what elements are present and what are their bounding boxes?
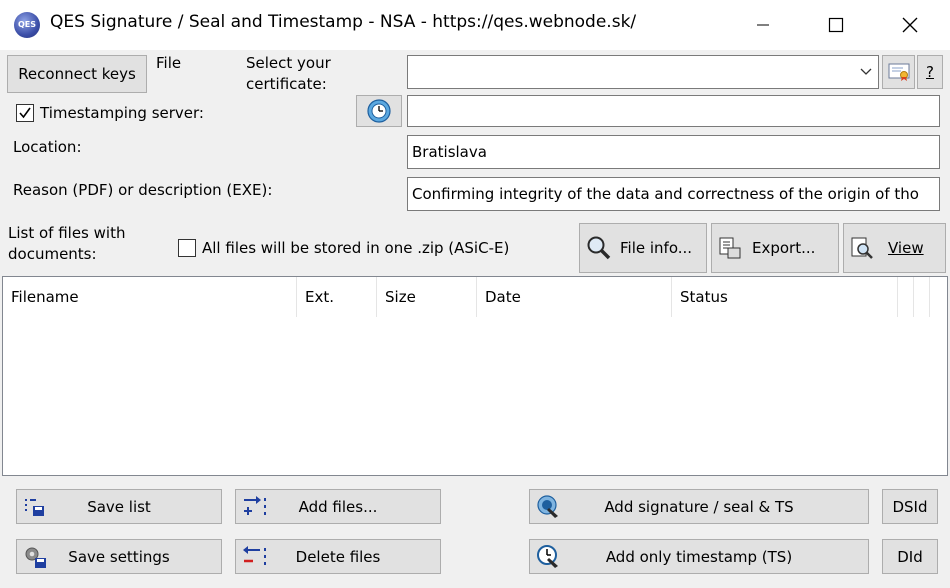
add-files-icon — [244, 496, 266, 515]
save-list-icon — [25, 499, 44, 516]
save-list-label: Save list — [87, 497, 151, 516]
column-header-extra-2[interactable] — [914, 277, 930, 317]
did-button[interactable]: DId — [882, 539, 938, 574]
reason-value: Confirming integrity of the data and cor… — [412, 185, 919, 203]
zip-checkbox[interactable] — [178, 239, 196, 257]
view-button[interactable]: View — [843, 223, 946, 273]
did-label: DId — [897, 547, 923, 566]
location-input[interactable]: Bratislava — [407, 135, 940, 169]
export-button[interactable]: Export... — [711, 223, 839, 273]
add-signature-label: Add signature / seal & TS — [604, 497, 794, 516]
file-label: File — [156, 54, 182, 72]
clock-globe-icon — [367, 99, 391, 123]
add-timestamp-button[interactable]: Add only timestamp (TS) — [529, 539, 869, 574]
delete-files-label: Delete files — [295, 547, 381, 566]
save-list-button[interactable]: Save list — [16, 489, 222, 524]
certificate-icon — [888, 63, 909, 81]
add-files-button[interactable]: Add files... — [235, 489, 441, 524]
timestamp-checkbox[interactable] — [16, 104, 34, 122]
save-settings-button[interactable]: Save settings — [16, 539, 222, 574]
reason-input[interactable]: Confirming integrity of the data and cor… — [407, 177, 940, 211]
save-settings-label: Save settings — [68, 547, 170, 566]
delete-files-button[interactable]: Delete files — [235, 539, 441, 574]
timestamp-label: Timestamping server: — [40, 104, 204, 122]
export-document-icon — [719, 237, 741, 259]
add-timestamp-label: Add only timestamp (TS) — [605, 547, 793, 566]
timestamp-server-button[interactable] — [356, 95, 402, 127]
export-label: Export... — [752, 239, 816, 257]
view-document-icon — [851, 237, 873, 259]
dsid-button[interactable]: DSId — [882, 489, 938, 524]
location-value: Bratislava — [412, 143, 487, 161]
reconnect-keys-label: Reconnect keys — [18, 65, 136, 83]
app-logo-icon: QES — [14, 12, 40, 38]
close-icon — [902, 17, 918, 33]
column-header-extra-3[interactable] — [930, 277, 946, 317]
certificate-label-line1: Select your — [246, 54, 331, 72]
reason-label: Reason (PDF) or description (EXE): — [13, 181, 273, 199]
certificate-details-button[interactable] — [882, 55, 915, 89]
checkmark-icon — [19, 107, 31, 119]
help-button[interactable]: ? — [917, 55, 943, 89]
add-files-label: Add files... — [298, 497, 378, 516]
column-header-extra-1[interactable] — [898, 277, 914, 317]
view-label: View — [888, 239, 924, 257]
file-info-button[interactable]: File info... — [579, 223, 707, 273]
timestamp-clock-icon — [537, 545, 558, 568]
file-list-label-line1: List of files with — [8, 224, 126, 242]
delete-files-icon — [243, 546, 266, 565]
window-title: QES Signature / Seal and Timestamp - NSA… — [50, 12, 637, 32]
location-label: Location: — [13, 138, 82, 156]
close-button[interactable] — [886, 0, 934, 50]
dsid-label: DSId — [892, 497, 928, 516]
magnifier-icon — [587, 236, 611, 260]
column-header-ext[interactable]: Ext. — [297, 277, 377, 317]
file-list-table[interactable]: Filename Ext. Size Date Status — [2, 276, 948, 476]
maximize-icon — [828, 17, 844, 33]
file-list-label-line2: documents: — [8, 245, 97, 263]
timestamp-server-input[interactable] — [407, 95, 940, 127]
column-header-date[interactable]: Date — [477, 277, 672, 317]
file-info-label: File info... — [620, 239, 693, 257]
column-header-filename[interactable]: Filename — [3, 277, 297, 317]
certificate-select[interactable] — [407, 55, 879, 89]
save-settings-icon — [25, 547, 46, 568]
zip-label: All files will be stored in one .zip (AS… — [202, 239, 510, 257]
certificate-label-line2: certificate: — [246, 75, 327, 93]
reconnect-keys-button[interactable]: Reconnect keys — [7, 55, 147, 93]
chevron-down-icon — [860, 68, 872, 75]
minimize-icon — [757, 24, 769, 26]
column-header-size[interactable]: Size — [377, 277, 477, 317]
minimize-button[interactable] — [739, 0, 787, 50]
column-header-status[interactable]: Status — [672, 277, 898, 317]
help-label: ? — [926, 63, 934, 81]
add-signature-button[interactable]: Add signature / seal & TS — [529, 489, 869, 524]
signature-seal-icon — [537, 495, 558, 518]
maximize-button[interactable] — [812, 0, 860, 50]
